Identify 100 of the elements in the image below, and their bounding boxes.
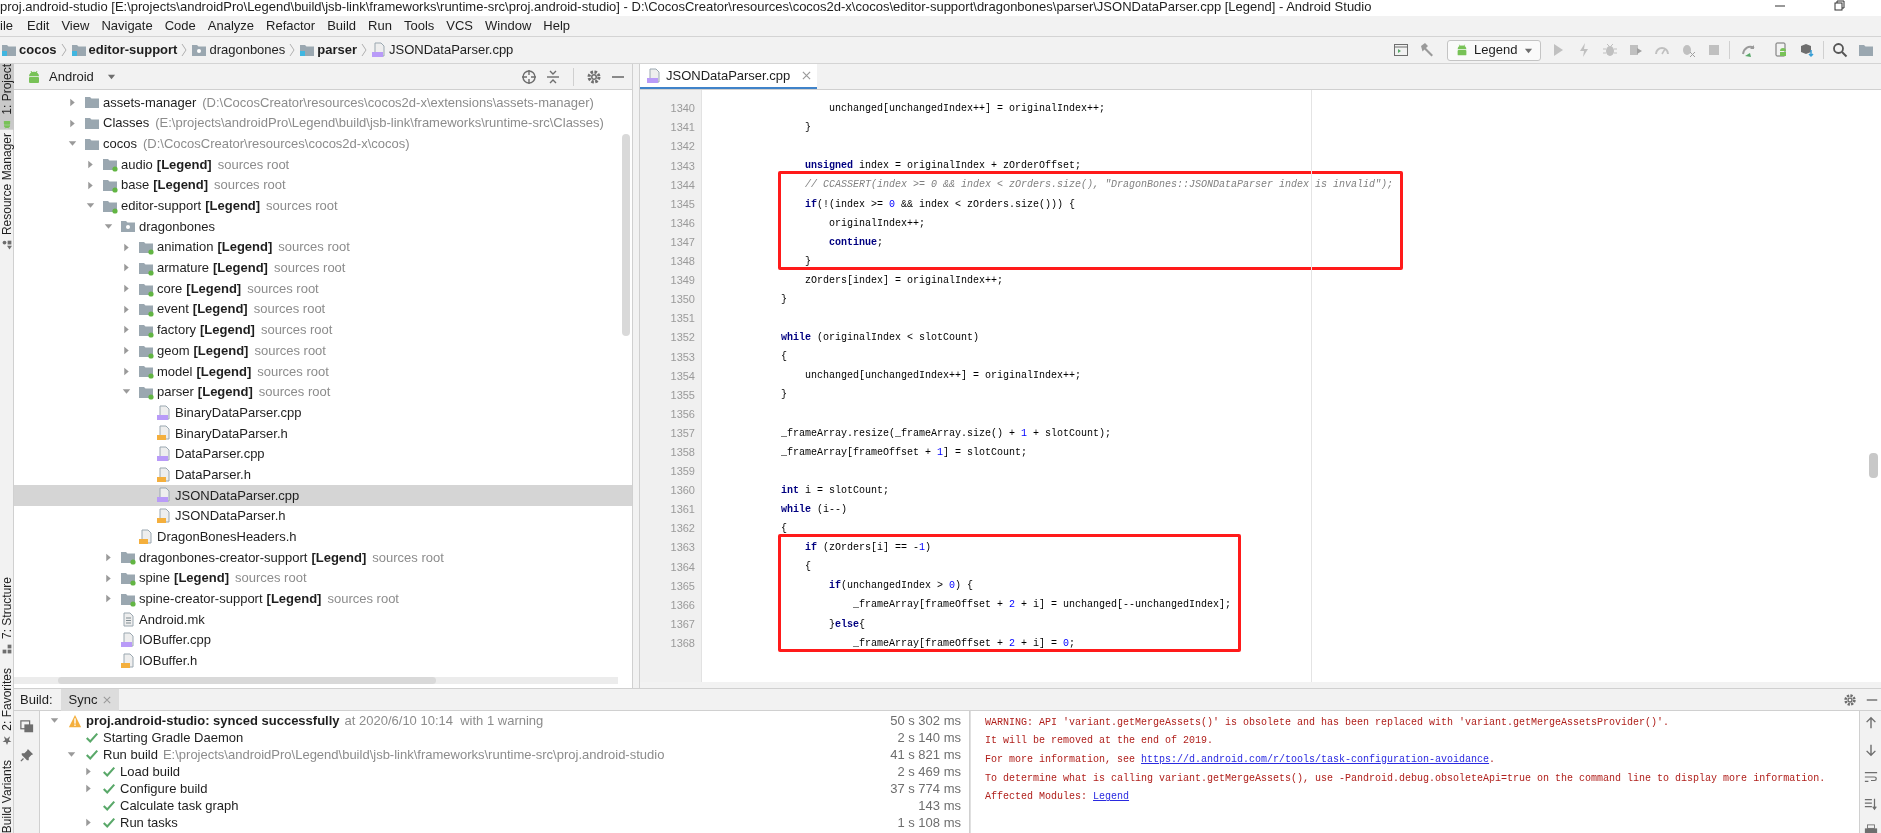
view-dropdown[interactable]: Android bbox=[26, 66, 116, 87]
task-row[interactable]: Run tasks 1 s 108 ms bbox=[40, 814, 969, 831]
settings-icon[interactable] bbox=[586, 68, 602, 85]
menu-item[interactable]: Window bbox=[479, 17, 538, 35]
device-icon bbox=[1773, 42, 1789, 58]
tree-item[interactable]: BinaryDataParser.cpp bbox=[14, 402, 632, 423]
code-line: zOrders[index] = originalIndex++; bbox=[805, 273, 1004, 288]
console-link[interactable]: Legend bbox=[1093, 791, 1130, 803]
tree-item[interactable]: IOBuffer.h bbox=[14, 650, 632, 672]
crosshair-icon[interactable] bbox=[521, 68, 537, 85]
scroll-to-end-icon[interactable] bbox=[1863, 797, 1878, 811]
task-row[interactable]: Load build 2 s 469 ms bbox=[40, 763, 969, 780]
code-line: } bbox=[781, 388, 788, 403]
check-icon bbox=[102, 798, 116, 813]
stop-icon bbox=[1706, 42, 1722, 58]
menu-item[interactable]: View bbox=[55, 17, 96, 35]
task-row[interactable]: Run build E:\projects\androidPro\Legend\build\jsb-link\frameworks\runtime-src\proj.android-studio 41 s 821 ms bbox=[40, 746, 969, 763]
console-link[interactable]: https://d.android.com/r/tools/task-configuration-avoidance bbox=[1141, 754, 1490, 765]
chevron-icon bbox=[180, 42, 189, 58]
collapse-icon[interactable] bbox=[545, 68, 561, 85]
panel-tab[interactable]: Sync bbox=[60, 688, 120, 711]
menu-item[interactable]: Navigate bbox=[95, 17, 159, 35]
splitter[interactable] bbox=[632, 64, 640, 688]
windows-icon[interactable] bbox=[19, 720, 34, 734]
menu-item[interactable]: Tools bbox=[397, 17, 441, 35]
tree-item[interactable]: armature [Legend] sources root bbox=[14, 257, 632, 279]
scrollbar[interactable] bbox=[1869, 453, 1878, 478]
tree-item[interactable]: DataParser.h bbox=[14, 464, 632, 486]
tree-item[interactable]: factory [Legend] sources root bbox=[14, 319, 632, 341]
task-row[interactable]: Calculate task graph 143 ms bbox=[40, 797, 969, 814]
down-arrow-icon[interactable] bbox=[1863, 743, 1878, 757]
folder-icon bbox=[1, 42, 17, 58]
tree-item[interactable]: dragonbones-creator-support [Legend] sources root bbox=[14, 547, 632, 568]
check-icon bbox=[85, 747, 99, 762]
tool-window-tab[interactable]: 1: Project bbox=[0, 64, 14, 130]
tree-item[interactable]: DragonBonesHeaders.h bbox=[14, 526, 632, 548]
soft-wrap-icon[interactable] bbox=[1863, 770, 1878, 784]
scrollbar[interactable] bbox=[58, 677, 436, 684]
task-row[interactable]: Starting Gradle Daemon 2 s 140 ms bbox=[40, 729, 969, 746]
tree-item[interactable]: Android.mk bbox=[14, 609, 632, 630]
tree-item[interactable]: animation [Legend] sources root bbox=[14, 236, 632, 258]
folder-icon bbox=[138, 363, 154, 380]
tree-item[interactable]: spine-creator-support [Legend] sources root bbox=[14, 588, 632, 610]
tree-item[interactable]: Classes (E:\projects\androidPro\Legend\build\jsb-link\frameworks\runtime-src\Classes) bbox=[14, 112, 632, 134]
bug-icon bbox=[1602, 42, 1618, 58]
tree-item[interactable]: model [Legend] sources root bbox=[14, 360, 632, 382]
menu-item[interactable]: Help bbox=[537, 17, 577, 35]
menu-item[interactable]: Run bbox=[362, 17, 398, 35]
tree-item[interactable]: spine [Legend] sources root bbox=[14, 567, 632, 589]
pin-icon[interactable] bbox=[19, 748, 34, 762]
tree-item[interactable]: audio [Legend] sources root bbox=[14, 154, 632, 175]
tree-item[interactable]: assets-manager (D:\CocosCreator\resources\cocos2d-x\extensions\assets-manager) bbox=[14, 92, 632, 113]
up-arrow-icon[interactable] bbox=[1863, 716, 1878, 730]
menu-item[interactable]: ile bbox=[0, 17, 21, 35]
breadcrumb-item[interactable]: dragonbones bbox=[190, 40, 287, 60]
tree-item[interactable]: IOBuffer.cpp bbox=[14, 629, 632, 651]
breadcrumb-item[interactable]: JSONDataParser.cpp bbox=[370, 40, 515, 60]
tool-window-tab[interactable]: 2: Favorites bbox=[0, 668, 14, 746]
tree-item[interactable]: editor-support [Legend] sources root bbox=[14, 195, 632, 217]
line-number: 1359 bbox=[669, 464, 696, 480]
menu-item[interactable]: Code bbox=[158, 17, 202, 35]
code-line: _frameArray[frameOffset + 1] = slotCount; bbox=[781, 445, 1028, 460]
menu-item[interactable]: Analyze bbox=[201, 17, 260, 35]
restore-icon[interactable] bbox=[1834, 0, 1846, 12]
cpp-file-icon bbox=[646, 67, 662, 84]
settings-icon[interactable] bbox=[1843, 692, 1857, 707]
task-row[interactable]: Configure build 37 s 774 ms bbox=[40, 780, 969, 797]
tool-window-tab[interactable]: 7: Structure bbox=[0, 577, 14, 655]
menu-item[interactable]: Refactor bbox=[260, 17, 322, 35]
tree-item[interactable]: BinaryDataParser.h bbox=[14, 423, 632, 444]
tree-item[interactable]: base [Legend] sources root bbox=[14, 174, 632, 196]
menu-item[interactable]: Build bbox=[321, 17, 363, 35]
code-line: if(unchangedIndex > 0) { bbox=[829, 579, 974, 594]
tree-item[interactable]: event [Legend] sources root bbox=[14, 298, 632, 320]
menu-item[interactable]: VCS bbox=[440, 17, 480, 35]
breadcrumb-item[interactable]: editor-support bbox=[69, 40, 179, 60]
scrollbar[interactable] bbox=[622, 134, 630, 336]
code-line: while (originalIndex < slotCount) bbox=[781, 331, 980, 346]
tree-item[interactable]: geom [Legend] sources root bbox=[14, 340, 632, 361]
header-file-icon bbox=[120, 652, 136, 669]
tree-item[interactable]: parser [Legend] sources root bbox=[14, 381, 632, 403]
tree-item[interactable]: dragonbones bbox=[14, 216, 632, 237]
tree-item[interactable]: JSONDataParser.cpp bbox=[14, 485, 632, 506]
tree-item[interactable]: DataParser.cpp bbox=[14, 443, 632, 465]
breadcrumb-item[interactable]: parser bbox=[298, 40, 359, 60]
line-number: 1342 bbox=[669, 139, 696, 155]
folder-icon bbox=[138, 239, 154, 256]
tree-item[interactable]: JSONDataParser.h bbox=[14, 505, 632, 527]
tree-item[interactable]: core [Legend] sources root bbox=[14, 278, 632, 299]
tool-window-tab[interactable]: Build Variants bbox=[0, 759, 14, 833]
android-icon bbox=[2, 119, 12, 130]
close-icon[interactable] bbox=[103, 695, 112, 704]
editor-tab[interactable]: JSONDataParser.cpp bbox=[640, 64, 818, 89]
breadcrumb-item[interactable]: cocos bbox=[0, 40, 58, 60]
run-configuration-dropdown[interactable]: Legend bbox=[1447, 39, 1541, 61]
task-row[interactable]: proj.android-studio: synced successfully at 2020/6/10 10:14 with 1 warning 50 s 302 ms bbox=[40, 712, 969, 729]
menu-item[interactable]: Edit bbox=[21, 17, 56, 35]
close-icon[interactable] bbox=[802, 71, 812, 80]
tool-window-tab[interactable]: Resource Manager bbox=[0, 132, 14, 250]
tree-item[interactable]: cocos (D:\CocosCreator\resources\cocos2d-x\cocos) bbox=[14, 133, 632, 155]
